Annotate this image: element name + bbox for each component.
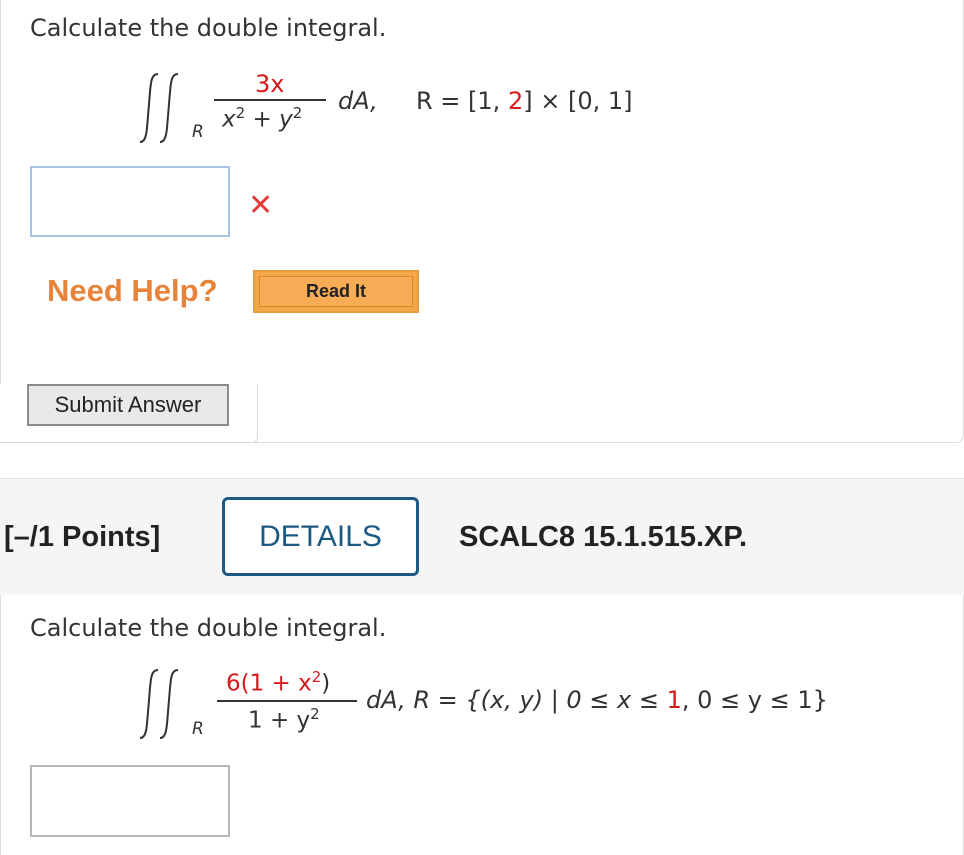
- region-definition-2: dA, R = {(x, y) | 0 ≤ x ≤ 1, 0 ≤ y ≤ 1}: [366, 686, 828, 714]
- fraction-bar: [214, 99, 326, 101]
- fraction-denominator-2: 1 + y2: [248, 705, 320, 734]
- read-it-label: Read It: [305, 281, 366, 301]
- region-definition: R = [1, 2] × [0, 1]: [416, 87, 633, 115]
- x-mark-icon: ✕: [248, 188, 274, 223]
- fraction-denominator: x2 + y2: [222, 104, 303, 133]
- question-2-prompt: Calculate the double integral.: [30, 614, 387, 642]
- details-button[interactable]: DETAILS: [222, 497, 419, 576]
- answer-input-2[interactable]: [30, 765, 230, 837]
- region-subscript: R: [192, 122, 204, 142]
- read-it-button[interactable]: Read It: [253, 270, 419, 313]
- question-1-prompt: Calculate the double integral.: [30, 14, 387, 42]
- need-help-label: Need Help?: [47, 273, 218, 308]
- region-subscript-2: R: [192, 719, 204, 739]
- submit-answer-button[interactable]: Submit Answer: [27, 384, 229, 426]
- fraction-bar-2: [217, 700, 357, 702]
- question-code: SCALC8 15.1.515.XP.: [459, 521, 748, 553]
- answer-input-1[interactable]: [30, 166, 230, 237]
- double-integral-symbol: [138, 72, 198, 144]
- double-integral-symbol-2: [138, 668, 198, 740]
- fraction-numerator-2: 6(1 + x2): [226, 668, 331, 697]
- points-label: [–/1 Points]: [4, 521, 161, 553]
- differential-dA: dA,: [338, 87, 378, 115]
- fraction-numerator: 3x: [255, 70, 285, 98]
